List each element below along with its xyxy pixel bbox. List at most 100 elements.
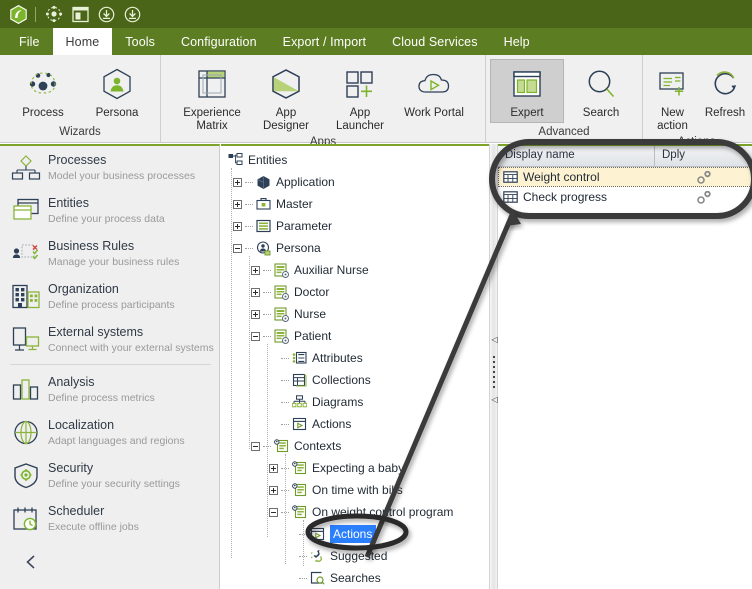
ribbon-button-app-designer[interactable]: App Designer [249, 59, 323, 136]
sidebar-item-scheduler[interactable]: Scheduler Execute offline jobs [0, 497, 219, 540]
tree-guide-line-l4 [285, 454, 286, 564]
tree-toggle-nurse[interactable] [251, 309, 260, 319]
sidebar-item-external-systems[interactable]: External systems Connect with your exter… [0, 318, 219, 361]
tree-connector [245, 247, 253, 249]
tree-toggle-contexts[interactable] [251, 441, 260, 451]
sidebar-item-analysis[interactable]: Analysis Define process metrics [0, 368, 219, 411]
menu-item-home[interactable]: Home [52, 28, 113, 55]
tree-node-parameter[interactable]: Parameter [227, 215, 489, 237]
sidebar-item-analysis-title: Analysis [48, 375, 95, 389]
sidebar-item-entities-subtitle: Define your process data [48, 213, 165, 225]
tree-toggle-doctor[interactable] [251, 287, 260, 297]
entity-icon [273, 306, 290, 322]
menu-item-file[interactable]: File [6, 28, 53, 55]
sidebar-item-localization-subtitle: Adapt languages and regions [48, 435, 185, 447]
external-systems-icon [10, 324, 42, 356]
tree-toggle-parameter[interactable] [233, 221, 242, 231]
ribbon-group-advanced-title: Advanced [538, 126, 590, 138]
app-logo-icon[interactable] [6, 3, 30, 25]
grid-row-check-progress-label: Check progress [523, 190, 608, 204]
tree-toggle-application[interactable] [233, 177, 242, 187]
ribbon-button-persona[interactable]: Persona [80, 59, 154, 123]
grid-row-check-progress[interactable]: Check progress [498, 187, 752, 207]
tree-node-suggested[interactable]: Suggested [227, 545, 489, 567]
splitter-grip [493, 356, 495, 358]
tree-node-entities[interactable]: Entities [227, 149, 489, 171]
tree-node-patient-label: Patient [294, 329, 332, 343]
grid-row-icon [503, 171, 518, 183]
parameter-icon [255, 218, 272, 234]
tree-node-searches-label: Searches [330, 571, 381, 585]
business-rules-icon [10, 238, 42, 270]
entity-icon [273, 328, 290, 344]
sidebar-item-external-systems-subtitle: Connect with your external systems [48, 342, 214, 354]
download-icon-2[interactable] [120, 3, 144, 25]
menu-item-help[interactable]: Help [491, 28, 543, 55]
sidebar-collapse-button[interactable] [0, 540, 219, 575]
tree-node-on-weight-control-program-label: On weight control program [312, 505, 454, 519]
tree-toggle-on-weight-control-program[interactable] [269, 507, 278, 517]
tree-connector [245, 203, 253, 205]
entities-tree-panel[interactable]: Entities Application Master Parameter Pe… [221, 144, 489, 589]
grid-column-display-name[interactable]: Display name [498, 146, 655, 166]
ribbon-button-new-action[interactable]: New action [644, 59, 701, 136]
sidebar-item-organization[interactable]: Organization Define process participants [0, 275, 219, 318]
ribbon-button-process[interactable]: Process [6, 59, 80, 123]
ribbon-button-expert-label: Expert [510, 107, 544, 119]
ribbon-button-app-designer-label: App Designer [262, 107, 310, 132]
grid-column-dply[interactable]: Dply [655, 146, 752, 166]
tree-toggle-patient[interactable] [251, 331, 260, 341]
sidebar-item-security[interactable]: Security Define your security settings [0, 454, 219, 497]
tree-node-application[interactable]: Application [227, 171, 489, 193]
collapse-left-arrow-icon-bottom[interactable]: ◁ [491, 396, 498, 404]
tree-node-auxiliar-nurse[interactable]: Auxiliar Nurse [227, 259, 489, 281]
tree-node-searches[interactable]: Searches [227, 567, 489, 589]
menu-item-cloud-services[interactable]: Cloud Services [379, 28, 490, 55]
expert-panels-icon [511, 64, 543, 104]
tree-node-persona[interactable]: Persona [227, 237, 489, 259]
ribbon-button-work-portal[interactable]: Work Portal [397, 59, 471, 123]
sidebar-item-security-subtitle: Define your security settings [48, 478, 180, 490]
ribbon-button-search[interactable]: Search [564, 59, 638, 123]
ribbon-group-actions: New action Refresh Actions [642, 55, 750, 148]
gear-action-icon[interactable] [655, 170, 752, 184]
sidebar-item-scheduler-subtitle: Execute offline jobs [48, 521, 139, 533]
tree-toggle-on-time-with-bills[interactable] [269, 485, 278, 495]
ribbon-button-app-launcher[interactable]: App Launcher [323, 59, 397, 136]
tree-toggle-expecting-a-baby[interactable] [269, 463, 278, 473]
sidebar-item-scheduler-title: Scheduler [48, 504, 105, 518]
ribbon-button-app-launcher-label: App Launcher [336, 107, 384, 132]
tree-toggle-auxiliar-nurse[interactable] [251, 265, 260, 275]
tree-node-master[interactable]: Master [227, 193, 489, 215]
sidebar-item-processes[interactable]: Processes Model your business processes [0, 146, 219, 189]
grid-row-weight-control[interactable]: Weight control [498, 167, 752, 187]
menu-item-export-import[interactable]: Export / Import [270, 28, 379, 55]
tree-connector [245, 181, 253, 183]
menu-item-configuration[interactable]: Configuration [168, 28, 270, 55]
sidebar-item-analysis-subtitle: Define process metrics [48, 392, 155, 404]
processes-icon [10, 152, 42, 184]
context-icon [291, 460, 308, 476]
entities-icon [10, 195, 42, 227]
tree-node-application-label: Application [276, 175, 335, 189]
sidebar-item-business-rules[interactable]: Business Rules Manage your business rule… [0, 232, 219, 275]
hexagon-designer-icon [269, 64, 303, 104]
download-icon-1[interactable] [94, 3, 118, 25]
window-layout-icon[interactable] [68, 3, 92, 25]
process-nav-icon[interactable] [42, 3, 66, 25]
titlebar-separator [35, 6, 36, 22]
matrix-grid-icon [196, 64, 228, 104]
ribbon-button-refresh[interactable]: Refresh [701, 59, 749, 123]
ribbon-button-expert[interactable]: Expert [490, 59, 564, 123]
collapse-left-arrow-icon-top[interactable]: ◁ [491, 336, 498, 344]
tree-node-nurse[interactable]: Nurse [227, 303, 489, 325]
tree-toggle-master[interactable] [233, 199, 242, 209]
ribbon-button-experience-matrix[interactable]: Experience Matrix [175, 59, 249, 136]
tree-toggle-persona[interactable] [233, 243, 242, 253]
gear-action-icon[interactable] [655, 190, 752, 204]
sidebar-item-localization[interactable]: Localization Adapt languages and regions [0, 411, 219, 454]
sidebar-item-entities[interactable]: Entities Define your process data [0, 189, 219, 232]
menu-item-tools[interactable]: Tools [112, 28, 168, 55]
panel-splitter[interactable]: ◁ ◁ [489, 144, 498, 589]
tree-node-doctor[interactable]: Doctor [227, 281, 489, 303]
